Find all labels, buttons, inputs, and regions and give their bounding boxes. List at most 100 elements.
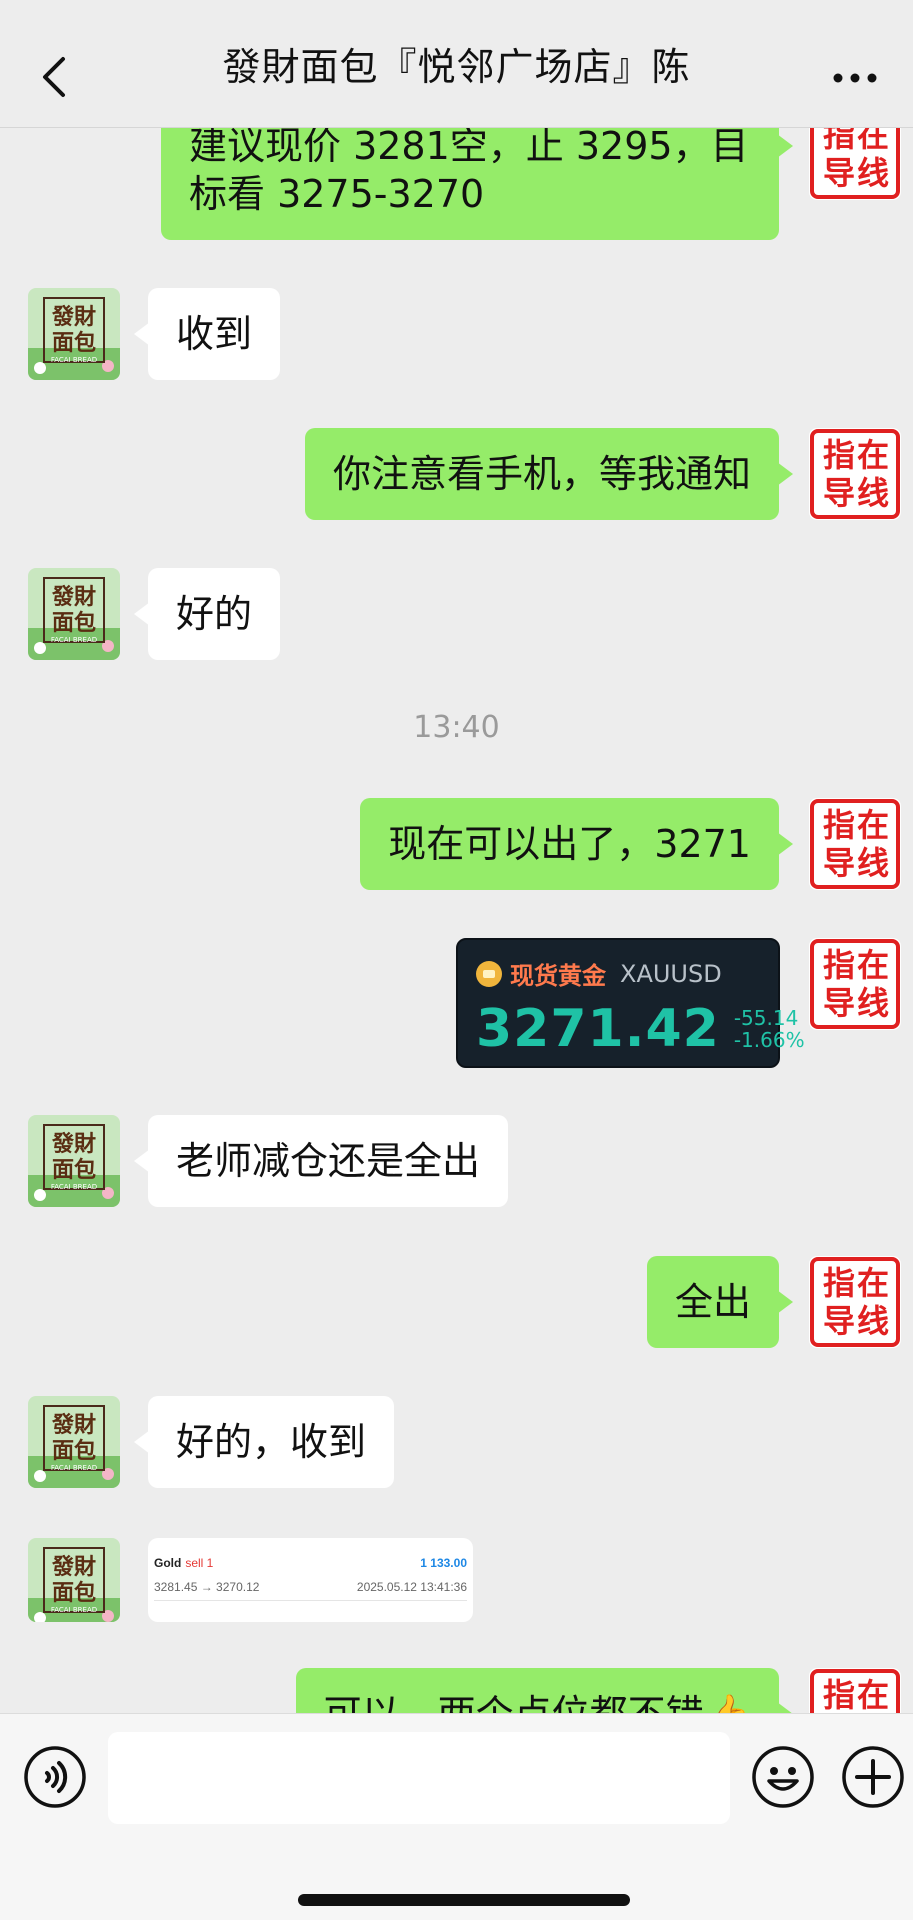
- message-bubble[interactable]: 全出: [646, 1256, 794, 1348]
- emoji-icon: [752, 1746, 814, 1808]
- avatar-brand: FACAI BREAD: [51, 636, 97, 644]
- plus-icon: [842, 1746, 904, 1808]
- seal-char: 导: [823, 474, 855, 512]
- voice-icon: [24, 1746, 86, 1808]
- gold-coin-icon: [476, 960, 502, 987]
- seal-char: 线: [857, 984, 889, 1022]
- message-text: 现在可以出了，3271: [388, 822, 751, 866]
- seal-char: 导: [823, 984, 855, 1022]
- avatar-brand: FACAI BREAD: [51, 356, 97, 364]
- message-text: 全出: [674, 1280, 751, 1324]
- avatar-text: 發財: [51, 585, 96, 610]
- self-avatar-seal: 指在导线: [809, 1256, 901, 1348]
- message-bubble[interactable]: 建议现价 3281空，止 3295，目 标看 3275-3270: [161, 128, 793, 240]
- quote-name: 现货黄金: [510, 962, 606, 990]
- seal-char: 在: [857, 946, 889, 984]
- avatar-text: 面包: [52, 330, 96, 356]
- seal-char: 导: [823, 154, 855, 192]
- contact-avatar-logo: 發財面包FACAI BREAD: [28, 1538, 120, 1622]
- contact-avatar[interactable]: 發財 面包 FACAI BREAD: [28, 1396, 120, 1488]
- seal-char: 线: [857, 844, 889, 882]
- more-dots-icon: [833, 73, 877, 83]
- message-bubble[interactable]: 好的，收到: [133, 1396, 395, 1488]
- seal-char: 导: [823, 844, 855, 882]
- message-bubble[interactable]: 好的: [133, 568, 281, 660]
- avatar-text: 面包: [52, 610, 96, 636]
- message-text: 好的: [176, 592, 253, 636]
- message-text: 老师减仓还是全出: [176, 1139, 481, 1183]
- seal-char: 指: [823, 806, 855, 844]
- seal-char: 导: [823, 1302, 855, 1340]
- self-avatar[interactable]: 指在导线: [809, 1668, 901, 1713]
- seal-char: 在: [857, 806, 889, 844]
- contact-avatar[interactable]: 發財 面包 FACAI BREAD: [28, 1115, 120, 1207]
- timestamp: 13:40: [413, 710, 500, 745]
- seal-char: 在: [857, 436, 889, 474]
- trade-datetime: 2025.05.12 13:41:36: [356, 1580, 467, 1594]
- self-avatar-seal: 指在导线: [809, 1668, 901, 1713]
- seal-char: 指: [823, 1676, 855, 1713]
- quote-price: 3271.42: [476, 999, 720, 1059]
- trade-amount: 1 133.00: [420, 1556, 467, 1570]
- home-indicator[interactable]: [298, 1894, 630, 1906]
- message-list[interactable]: 建议现价 3281空，止 3295，目 标看 3275-3270 指在导线 發財…: [0, 128, 913, 1713]
- avatar-brand: FACAI BREAD: [51, 1183, 97, 1191]
- avatar-text: 發財: [51, 1555, 96, 1580]
- contact-avatar[interactable]: 發財 面包 FACAI BREAD: [28, 568, 120, 660]
- self-avatar[interactable]: 指在导线: [809, 1256, 901, 1348]
- more-button[interactable]: [825, 58, 885, 98]
- contact-avatar-logo: 發財面包FACAI BREAD: [28, 568, 120, 660]
- voice-button[interactable]: [22, 1744, 88, 1810]
- message-input[interactable]: [108, 1732, 730, 1824]
- trade-prices: 3281.45 → 3270.12: [154, 1580, 260, 1594]
- trade-record-image[interactable]: Gold sell 1 1 133.00 3281.45 → 3270.12 20…: [148, 1538, 473, 1622]
- input-bar: [0, 1713, 913, 1920]
- contact-avatar-logo: 發財面包FACAI BREAD: [28, 1396, 120, 1488]
- seal-char: 在: [857, 1676, 889, 1713]
- message-bubble[interactable]: 收到: [133, 288, 281, 380]
- trade-divider: [154, 1600, 467, 1601]
- seal-char: 指: [823, 436, 855, 474]
- avatar-brand: FACAI BREAD: [51, 1464, 97, 1472]
- trade-row-details: 3281.45 → 3270.12 2025.05.12 13:41:36: [154, 1580, 467, 1594]
- plus-button[interactable]: [840, 1744, 906, 1810]
- message-bubble[interactable]: 老师减仓还是全出: [133, 1115, 509, 1207]
- message-text: 可以，两个点位都不错👍: [324, 1692, 751, 1713]
- self-avatar[interactable]: 指在导线: [809, 428, 901, 520]
- back-button[interactable]: [34, 52, 74, 102]
- gold-quote-image[interactable]: 现货黄金 XAUUSD 3271.42 -55.14 -1.66%: [456, 938, 805, 1068]
- trade-symbol: Gold: [154, 1556, 182, 1570]
- self-avatar-seal: 指在导线: [809, 428, 901, 520]
- seal-char: 在: [857, 128, 889, 154]
- quote-symbol: XAUUSD: [620, 959, 722, 988]
- seal-char: 指: [823, 1264, 855, 1302]
- message-bubble[interactable]: 可以，两个点位都不错👍: [295, 1668, 794, 1713]
- avatar-text: 發財: [51, 1413, 96, 1438]
- self-avatar-seal: 指在导线: [809, 938, 901, 1030]
- avatar-text: 發財: [51, 305, 96, 330]
- self-avatar[interactable]: 指在导线: [809, 798, 901, 890]
- seal-char: 在: [857, 1264, 889, 1302]
- contact-avatar-logo: 發財面包FACAI BREAD: [28, 288, 120, 380]
- avatar-text: 面包: [52, 1157, 96, 1183]
- self-avatar[interactable]: 指在导线: [809, 938, 901, 1030]
- contact-avatar-logo: 發財面包FACAI BREAD: [28, 1115, 120, 1207]
- self-avatar[interactable]: 指在导线: [809, 128, 901, 200]
- message-text: 建议现价 3281空，止 3295，目: [189, 128, 749, 168]
- contact-avatar[interactable]: 發財 面包 FACAI BREAD: [28, 288, 120, 380]
- contact-avatar[interactable]: 發財 面包 FACAI BREAD: [28, 1538, 120, 1622]
- avatar-text: 面包: [52, 1438, 96, 1464]
- self-avatar-seal: 指在导线: [809, 128, 901, 200]
- avatar-brand: FACAI BREAD: [51, 1606, 97, 1614]
- seal-char: 线: [857, 154, 889, 192]
- message-text: 标看 3275-3270: [189, 172, 485, 216]
- quote-change: -55.14 -1.66%: [734, 1007, 805, 1051]
- seal-char: 线: [857, 1302, 889, 1340]
- message-bubble[interactable]: 你注意看手机，等我通知: [304, 428, 794, 520]
- quote-change-value: -55.14: [733, 1006, 799, 1030]
- trade-side: sell 1: [185, 1556, 214, 1570]
- quote-change-percent: -1.66%: [733, 1028, 805, 1052]
- emoji-button[interactable]: [750, 1744, 816, 1810]
- message-bubble[interactable]: 现在可以出了，3271: [360, 798, 793, 890]
- avatar-text: 面包: [52, 1580, 96, 1606]
